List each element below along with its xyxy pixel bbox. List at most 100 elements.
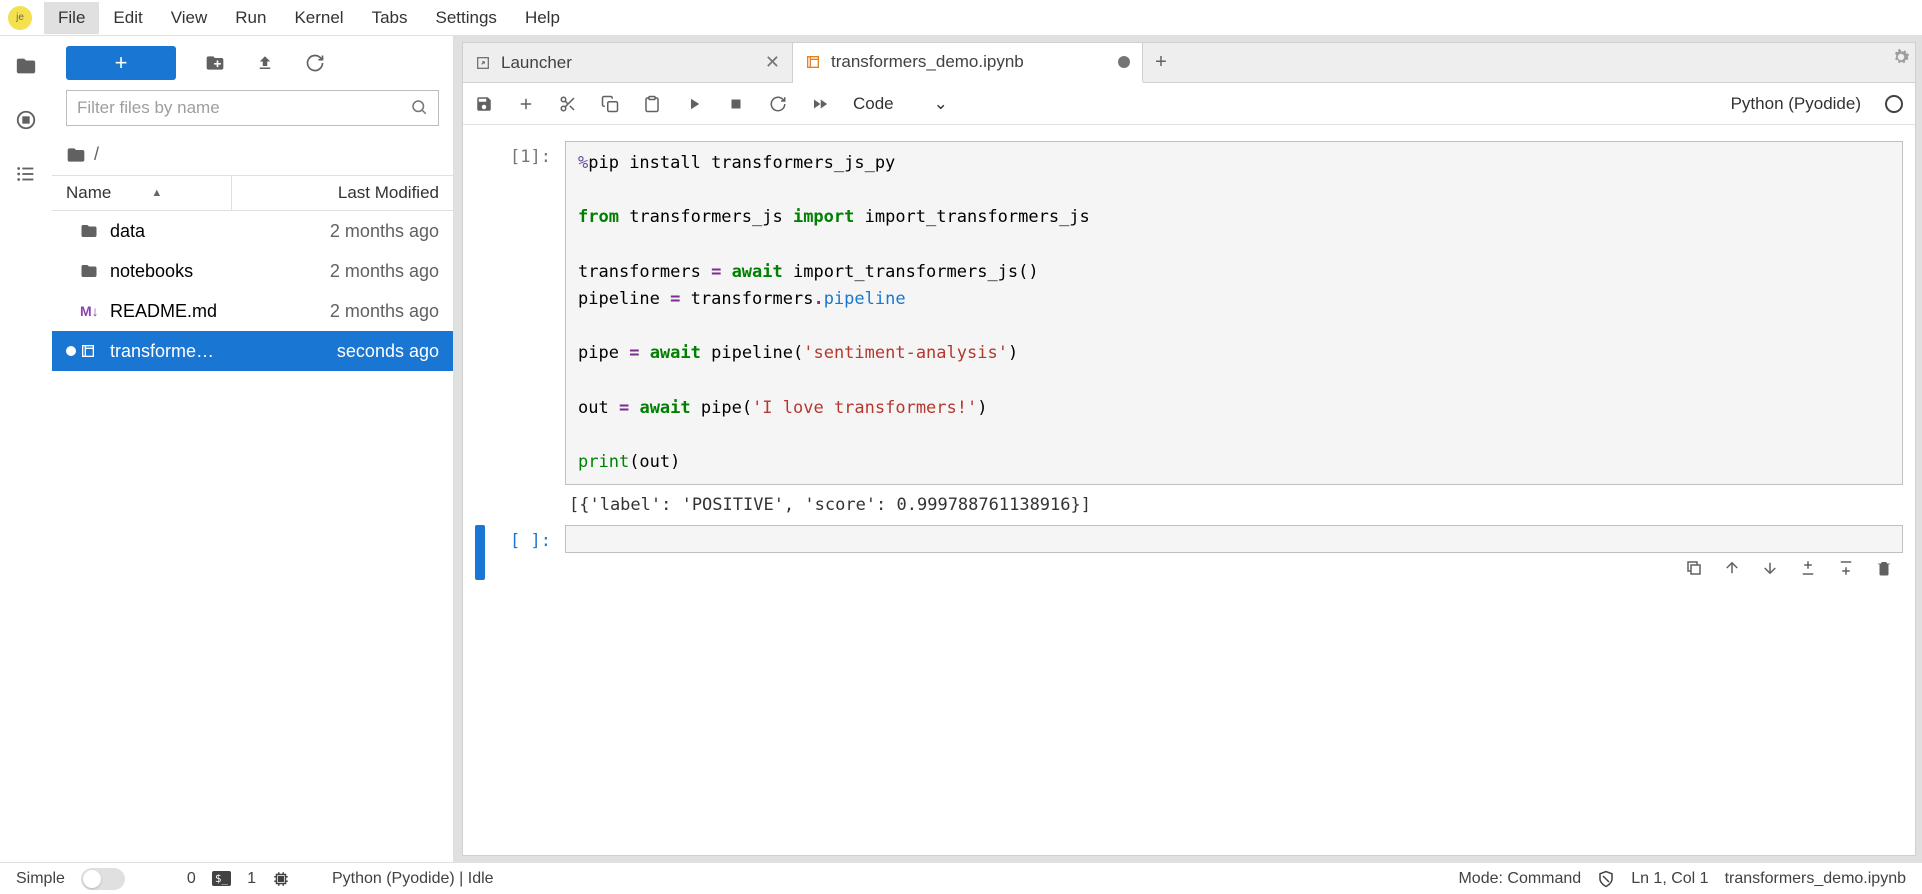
menu-bar: je File Edit View Run Kernel Tabs Settin… xyxy=(0,0,1922,36)
filter-box[interactable] xyxy=(66,90,439,126)
menu-kernel[interactable]: Kernel xyxy=(280,2,357,34)
simple-toggle[interactable] xyxy=(81,868,125,890)
save-icon[interactable] xyxy=(475,95,493,113)
tab-label: transformers_demo.ipynb xyxy=(831,52,1024,72)
upload-icon[interactable] xyxy=(254,52,276,74)
terminals-count[interactable]: 1 xyxy=(247,870,256,888)
document-tab-bar: Launcher ✕ transformers_demo.ipynb + xyxy=(463,43,1915,83)
filename-status[interactable]: transformers_demo.ipynb xyxy=(1725,870,1906,888)
add-cell-icon[interactable] xyxy=(517,95,535,113)
kernel-name[interactable]: Python (Pyodide) xyxy=(1731,94,1861,114)
terminal-icon[interactable]: $_ xyxy=(212,871,231,886)
file-modified: 2 months ago xyxy=(330,261,439,282)
markdown-icon: M↓ xyxy=(80,303,100,319)
notebook-body: [1]: %pip install transformers_js_py fro… xyxy=(463,125,1915,855)
kernel-status[interactable]: Python (Pyodide) | Idle xyxy=(332,870,494,888)
new-launcher-button[interactable]: + xyxy=(66,46,176,80)
file-row[interactable]: data 2 months ago xyxy=(52,211,453,251)
file-name: data xyxy=(110,221,330,242)
fast-forward-icon[interactable] xyxy=(811,95,829,113)
paste-icon[interactable] xyxy=(643,95,661,113)
menu-settings[interactable]: Settings xyxy=(422,2,511,34)
run-icon[interactable] xyxy=(685,95,703,113)
menu-tabs[interactable]: Tabs xyxy=(358,2,422,34)
breadcrumb[interactable]: / xyxy=(52,134,453,175)
search-icon xyxy=(410,98,428,119)
file-toolbar: + xyxy=(52,36,453,90)
menu-help[interactable]: Help xyxy=(511,2,574,34)
cut-icon[interactable] xyxy=(559,95,577,113)
file-modified: seconds ago xyxy=(337,341,439,362)
menu-file[interactable]: File xyxy=(44,2,99,34)
notebook-toolbar: Code ⌄ Python (Pyodide) xyxy=(463,83,1915,125)
file-modified: 2 months ago xyxy=(330,221,439,242)
launcher-icon xyxy=(475,55,491,71)
toc-icon[interactable] xyxy=(14,162,38,186)
cell-footer xyxy=(565,553,1903,580)
copy-icon[interactable] xyxy=(601,95,619,113)
tab-label: Launcher xyxy=(501,53,572,73)
tabs-count[interactable]: 0 xyxy=(187,870,196,888)
folder-icon[interactable] xyxy=(14,54,38,78)
kernel-status-icon[interactable] xyxy=(1885,95,1903,113)
cursor-position[interactable]: Ln 1, Col 1 xyxy=(1631,870,1708,888)
delete-icon[interactable] xyxy=(1875,559,1893,580)
cell-input[interactable] xyxy=(565,525,1903,553)
file-name: README.md xyxy=(110,301,330,322)
cell-output: [{'label': 'POSITIVE', 'score': 0.999788… xyxy=(565,485,1903,515)
notebook-icon xyxy=(805,54,821,70)
file-row[interactable]: notebooks 2 months ago xyxy=(52,251,453,291)
filter-input[interactable] xyxy=(77,98,410,118)
insert-above-icon[interactable] xyxy=(1799,559,1817,580)
chevron-down-icon: ⌄ xyxy=(934,94,948,114)
menu-edit[interactable]: Edit xyxy=(99,2,156,34)
menu-run[interactable]: Run xyxy=(221,2,280,34)
file-name: notebooks xyxy=(110,261,330,282)
main-panel: Launcher ✕ transformers_demo.ipynb + xyxy=(454,36,1922,862)
folder-icon xyxy=(80,262,100,280)
stop-icon[interactable] xyxy=(727,95,745,113)
header-name[interactable]: Name ▲ xyxy=(52,176,232,210)
activity-bar xyxy=(0,36,52,862)
move-up-icon[interactable] xyxy=(1723,559,1741,580)
cell-input[interactable]: %pip install transformers_js_py from tra… xyxy=(565,141,1903,485)
gear-icon[interactable] xyxy=(1890,46,1912,71)
file-row[interactable]: transforme… seconds ago xyxy=(52,331,453,371)
file-headers: Name ▲ Last Modified xyxy=(52,175,453,211)
new-folder-icon[interactable] xyxy=(204,52,226,74)
header-modified[interactable]: Last Modified xyxy=(232,183,453,203)
jupyter-logo-icon: je xyxy=(8,6,32,30)
folder-icon xyxy=(80,222,100,240)
refresh-icon[interactable] xyxy=(304,52,326,74)
tab-launcher[interactable]: Launcher ✕ xyxy=(463,43,793,82)
cell-prompt: [ ]: xyxy=(485,525,565,580)
breadcrumb-path: / xyxy=(94,144,99,165)
duplicate-icon[interactable] xyxy=(1685,559,1703,580)
cell-prompt: [1]: xyxy=(485,141,565,515)
add-tab-button[interactable]: + xyxy=(1143,43,1179,82)
file-name: transforme… xyxy=(110,341,337,362)
file-modified: 2 months ago xyxy=(330,301,439,322)
code-cell[interactable]: [ ]: xyxy=(475,525,1903,580)
move-down-icon[interactable] xyxy=(1761,559,1779,580)
file-browser-panel: + / Name ▲ xyxy=(52,36,454,862)
insert-below-icon[interactable] xyxy=(1837,559,1855,580)
restart-icon[interactable] xyxy=(769,95,787,113)
file-list: data 2 months ago notebooks 2 months ago… xyxy=(52,211,453,862)
menu-view[interactable]: View xyxy=(157,2,222,34)
sort-asc-icon: ▲ xyxy=(151,187,162,199)
notebook-icon xyxy=(80,343,100,359)
shield-icon[interactable] xyxy=(1597,870,1615,888)
active-cell-indicator xyxy=(475,525,485,580)
simple-label: Simple xyxy=(16,870,65,888)
tab-notebook[interactable]: transformers_demo.ipynb xyxy=(793,43,1143,83)
kernel-icon[interactable] xyxy=(272,870,290,888)
file-row[interactable]: M↓ README.md 2 months ago xyxy=(52,291,453,331)
mode-status[interactable]: Mode: Command xyxy=(1458,870,1581,888)
running-icon[interactable] xyxy=(14,108,38,132)
cell-type-select[interactable]: Code ⌄ xyxy=(853,94,948,114)
dirty-indicator-icon xyxy=(66,346,76,356)
dirty-indicator-icon xyxy=(1118,56,1130,68)
code-cell[interactable]: [1]: %pip install transformers_js_py fro… xyxy=(475,141,1903,515)
close-icon[interactable]: ✕ xyxy=(765,52,780,73)
